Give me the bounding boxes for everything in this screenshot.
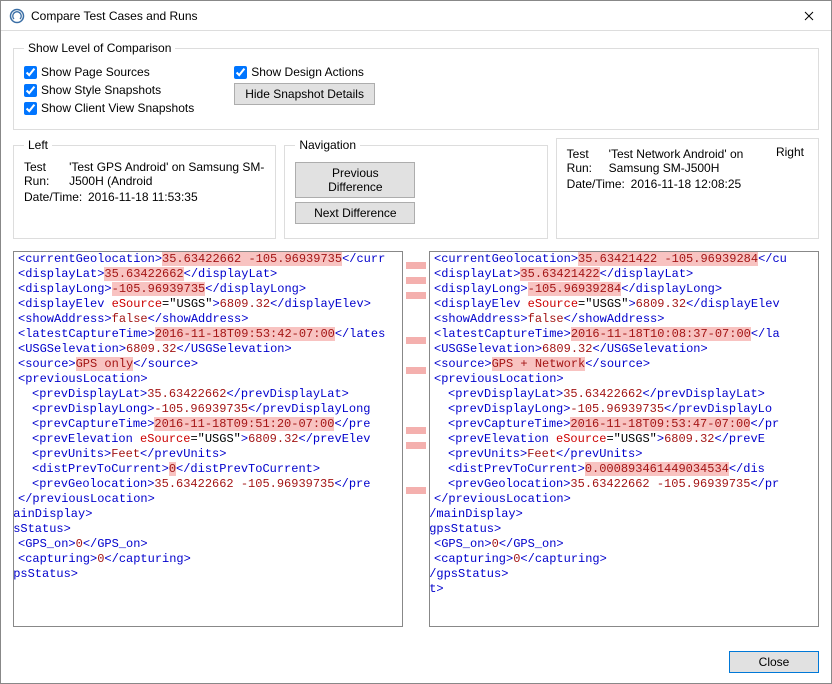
code-line: <previousLocation> [429, 372, 808, 387]
navigation-legend: Navigation [295, 138, 360, 152]
right-testrun-value: 'Test Network Android' on Samsung SM-J50… [609, 147, 772, 175]
code-line: <showAddress>false</showAddress> [13, 312, 392, 327]
diff-area: <currentGeolocation>35.63422662 -105.969… [13, 247, 819, 643]
code-line: </gpsStatus> [429, 567, 808, 582]
show-page-sources-input[interactable] [24, 66, 37, 79]
right-date-label: Date/Time: [567, 177, 631, 191]
left-group: Left Test Run:'Test GPS Android' on Sams… [13, 138, 276, 239]
code-line: <displayLat>35.63421422</displayLat> [429, 267, 808, 282]
show-design-actions-input[interactable] [234, 66, 247, 79]
left-date-label: Date/Time: [24, 190, 88, 204]
left-code-pane[interactable]: <currentGeolocation>35.63422662 -105.969… [13, 251, 403, 627]
code-line: <latestCaptureTime>2016-11-18T09:53:42-0… [13, 327, 392, 342]
code-line: <latestCaptureTime>2016-11-18T10:08:37-0… [429, 327, 808, 342]
code-line: <prevCaptureTime>2016-11-18T09:51:20-07:… [13, 417, 392, 432]
code-line: <displayElev eSource="USGS">6809.32</dis… [429, 297, 808, 312]
close-button[interactable]: Close [729, 651, 819, 673]
show-style-snapshots-input[interactable] [24, 84, 37, 97]
code-line: <currentGeolocation>35.63422662 -105.969… [13, 252, 392, 267]
code-line: </mainDisplay> [429, 507, 808, 522]
show-level-legend: Show Level of Comparison [24, 41, 175, 55]
code-line: <showAddress>false</showAddress> [429, 312, 808, 327]
code-line: </previousLocation> [13, 492, 392, 507]
show-client-view-snapshots-checkbox[interactable]: Show Client View Snapshots [24, 101, 194, 115]
code-line: > [13, 582, 392, 597]
code-line: psStatus> [13, 522, 392, 537]
code-line: <prevElevation eSource="USGS">6809.32</p… [429, 432, 808, 447]
left-date-value: 2016-11-18 11:53:35 [88, 190, 198, 204]
window-close-button[interactable] [786, 1, 831, 30]
show-page-sources-label: Show Page Sources [41, 65, 150, 79]
code-line: <capturing>0</capturing> [13, 552, 392, 567]
code-line: gpsStatus> [13, 567, 392, 582]
code-line: <previousLocation> [13, 372, 392, 387]
show-level-group: Show Level of Comparison Show Page Sourc… [13, 41, 819, 130]
titlebar: Compare Test Cases and Runs [1, 1, 831, 31]
diff-gutter-mark [406, 337, 426, 344]
code-line: <displayLong>-105.96939735</displayLong> [13, 282, 392, 297]
code-line: <currentGeolocation>35.63421422 -105.969… [429, 252, 808, 267]
show-client-view-snapshots-label: Show Client View Snapshots [41, 101, 194, 115]
code-line: mainDisplay> [13, 507, 392, 522]
code-line: <prevGeolocation>35.63422662 -105.969397… [429, 477, 808, 492]
right-code-pane[interactable]: <currentGeolocation>35.63421422 -105.969… [429, 251, 819, 627]
show-page-sources-checkbox[interactable]: Show Page Sources [24, 65, 194, 79]
left-legend: Left [24, 138, 52, 152]
code-line: <gpsStatus> [429, 522, 808, 537]
code-line: <distPrevToCurrent>0</distPrevToCurrent> [13, 462, 392, 477]
code-line: <displayElev eSource="USGS">6809.32</dis… [13, 297, 392, 312]
show-design-actions-checkbox[interactable]: Show Design Actions [234, 65, 375, 79]
right-legend: Right [772, 145, 808, 159]
diff-gutter-mark [406, 367, 426, 374]
show-client-view-snapshots-input[interactable] [24, 102, 37, 115]
code-line: <USGSelevation>6809.32</USGSelevation> [429, 342, 808, 357]
code-line: <USGSelevation>6809.32</USGSelevation> [13, 342, 392, 357]
code-line: <prevDisplayLong>-105.96939735</prevDisp… [429, 402, 808, 417]
diff-gutter-mark [406, 277, 426, 284]
code-line: <prevDisplayLong>-105.96939735</prevDisp… [13, 402, 392, 417]
diff-gutter-mark [406, 262, 426, 269]
diff-gutter-mark [406, 292, 426, 299]
code-line: <distPrevToCurrent>0.000893461449034534<… [429, 462, 808, 477]
code-line: <prevCaptureTime>2016-11-18T09:53:47-07:… [429, 417, 808, 432]
window-title: Compare Test Cases and Runs [31, 9, 786, 23]
right-testrun-label: Test Run: [567, 147, 609, 175]
code-line: <source>GPS only</source> [13, 357, 392, 372]
show-style-snapshots-label: Show Style Snapshots [41, 83, 161, 97]
code-line: <source>GPS + Network</source> [429, 357, 808, 372]
right-group: Right Test Run:'Test Network Android' on… [556, 138, 819, 239]
show-design-actions-label: Show Design Actions [251, 65, 364, 79]
left-testrun-value: 'Test GPS Android' on Samsung SM-J500H (… [69, 160, 265, 188]
next-difference-button[interactable]: Next Difference [295, 202, 415, 224]
code-line: <prevUnits>Feet</prevUnits> [429, 447, 808, 462]
code-line: <displayLat>35.63422662</displayLat> [13, 267, 392, 282]
diff-gutter [403, 251, 429, 627]
code-line: <prevElevation eSource="USGS">6809.32</p… [13, 432, 392, 447]
code-line: <prevDisplayLat>35.63422662</prevDisplay… [429, 387, 808, 402]
code-line: ot> [429, 582, 808, 597]
left-testrun-label: Test Run: [24, 160, 69, 188]
code-line: <GPS_on>0</GPS_on> [13, 537, 392, 552]
code-line: <GPS_on>0</GPS_on> [429, 537, 808, 552]
navigation-group: Navigation Previous Difference Next Diff… [284, 138, 547, 239]
previous-difference-button[interactable]: Previous Difference [295, 162, 415, 198]
hide-snapshot-details-button[interactable]: Hide Snapshot Details [234, 83, 375, 105]
diff-gutter-mark [406, 487, 426, 494]
show-style-snapshots-checkbox[interactable]: Show Style Snapshots [24, 83, 194, 97]
diff-gutter-mark [406, 442, 426, 449]
code-line: <prevDisplayLat>35.63422662</prevDisplay… [13, 387, 392, 402]
app-icon [9, 8, 25, 24]
code-line: <prevGeolocation>35.63422662 -105.969397… [13, 477, 392, 492]
code-line: <displayLong>-105.96939284</displayLong> [429, 282, 808, 297]
right-date-value: 2016-11-18 12:08:25 [631, 177, 742, 191]
code-line: <capturing>0</capturing> [429, 552, 808, 567]
code-line: </previousLocation> [429, 492, 808, 507]
code-line: <prevUnits>Feet</prevUnits> [13, 447, 392, 462]
diff-gutter-mark [406, 427, 426, 434]
